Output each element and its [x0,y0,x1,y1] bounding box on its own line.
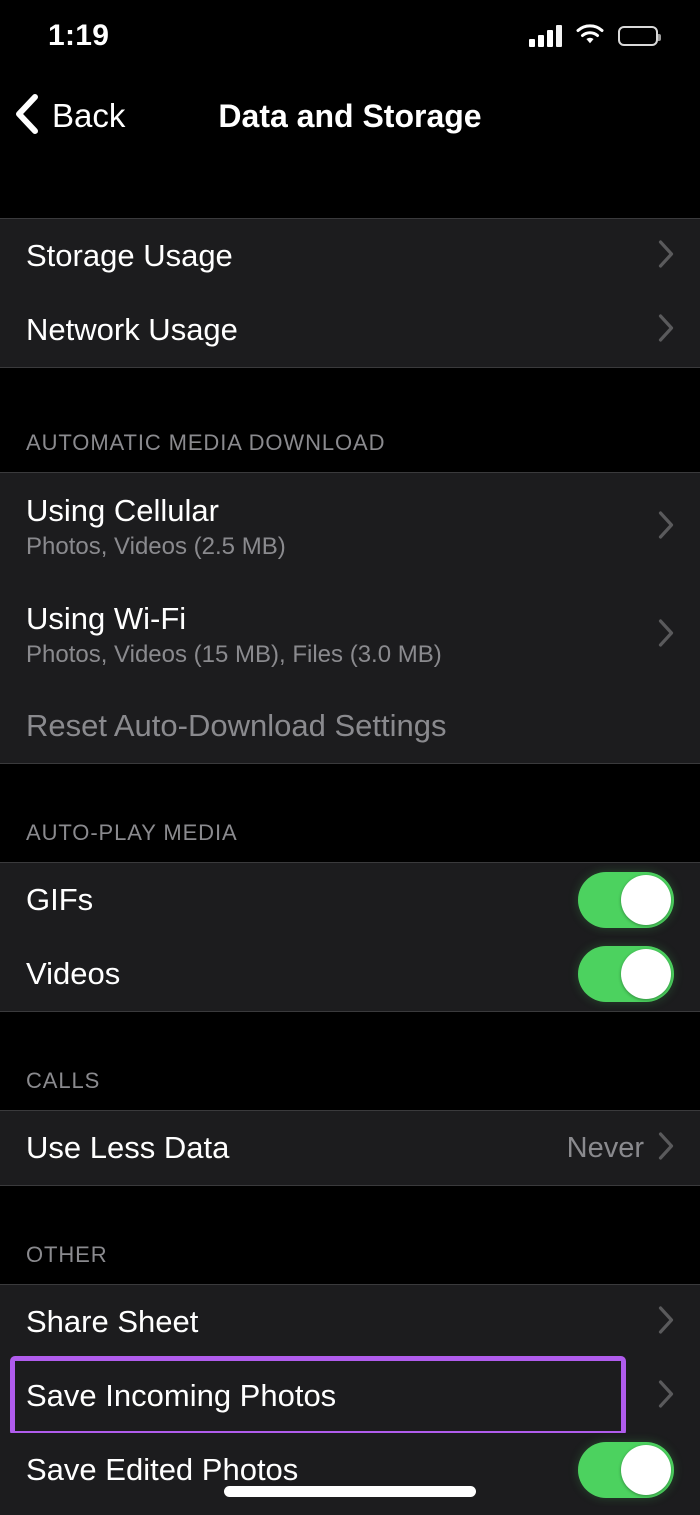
chevron-right-icon [658,239,674,273]
row-wrapper: Save Incoming Photos [0,1356,700,1436]
navigation-bar: Back Data and Storage [0,72,700,160]
list-gap [0,160,700,218]
back-button[interactable]: Back [0,93,126,139]
settings-group: Use Less Data Never [0,1110,700,1186]
toggle-knob [621,1445,671,1495]
chevron-right-icon [658,618,674,652]
list-item-label: Share Sheet [26,1303,199,1339]
status-bar: 1:19 [0,0,700,72]
list-item-label: Save Incoming Photos [26,1377,337,1413]
list-item-label: Save Edited Photos [26,1451,299,1487]
settings-group: Using Cellular Photos, Videos (2.5 MB) Usi… [0,472,700,764]
settings-group: Storage Usage Network Usage [0,218,700,368]
row-wrapper: Share Sheet [0,1285,700,1359]
row-content: Network Usage [26,311,658,347]
list-item-label: Reset Auto-Download Settings [26,707,447,743]
phone-screen: 1:19 Back Data and Storage Storage Usage… [0,0,700,1515]
row-content: GIFs [26,881,578,917]
row-content: Save Edited Photos [26,1451,578,1487]
battery-icon [618,26,661,46]
row-content: Storage Usage [26,237,658,273]
row-content: Using Cellular Photos, Videos (2.5 MB) [26,492,658,560]
status-time: 1:19 [48,19,110,52]
row-wrapper: Use Less Data Never [0,1111,700,1185]
chevron-right-icon [658,510,674,544]
row-wrapper: Using Wi-Fi Photos, Videos (15 MB), Files… [0,581,700,689]
list-item-storage-usage[interactable]: Storage Usage [0,219,700,293]
row-content: Save Incoming Photos [26,1377,658,1413]
row-content: Videos [26,955,578,991]
section-header: AUTOMATIC MEDIA DOWNLOAD [0,368,700,472]
section-header: AUTO-PLAY MEDIA [0,764,700,862]
cellular-signal-icon [529,25,562,47]
list-item-label: Use Less Data [26,1129,230,1165]
list-item-reset-auto-download-settings: Reset Auto-Download Settings [0,689,700,763]
list-item-network-usage[interactable]: Network Usage [0,293,700,367]
list-item-share-sheet[interactable]: Share Sheet [0,1285,700,1359]
list-item-label: GIFs [26,881,94,917]
list-item-save-incoming-photos[interactable]: Save Incoming Photos [0,1359,700,1433]
back-button-label: Back [52,97,126,134]
list-item-label: Using Cellular [26,492,219,528]
toggle-knob [621,949,671,999]
row-content: Using Wi-Fi Photos, Videos (15 MB), Files… [26,600,658,668]
settings-group: Share Sheet Save Incoming Photos Save Edit… [0,1284,700,1515]
row-wrapper: Reset Auto-Download Settings [0,689,700,763]
status-icons [529,23,661,50]
row-wrapper: Videos [0,937,700,1011]
toggle-knob [621,875,671,925]
row-wrapper: GIFs [0,863,700,937]
settings-group: GIFs Videos [0,862,700,1012]
row-wrapper: Using Cellular Photos, Videos (2.5 MB) [0,473,700,581]
list-item-using-cellular[interactable]: Using Cellular Photos, Videos (2.5 MB) [0,473,700,581]
list-item-videos[interactable]: Videos [0,937,700,1011]
home-indicator [224,1486,476,1497]
chevron-right-icon [658,1131,674,1165]
section-header: CALLS [0,1012,700,1110]
wifi-icon [576,23,604,50]
toggle-switch[interactable] [578,872,674,928]
list-item-label: Using Wi-Fi [26,600,187,636]
list-item-value: Never [566,1131,644,1164]
section-header: OTHER [0,1186,700,1284]
list-item-subtitle: Photos, Videos (15 MB), Files (3.0 MB) [26,640,442,668]
list-item-open-links-in[interactable]: Open Links inIn-App Safari [0,1507,700,1515]
row-content: Reset Auto-Download Settings [26,707,674,743]
chevron-right-icon [658,1379,674,1413]
list-item-gifs[interactable]: GIFs [0,863,700,937]
toggle-switch[interactable] [578,1442,674,1498]
settings-list[interactable]: Storage Usage Network Usage AUTOMATIC MEDI… [0,160,700,1515]
list-item-label: Videos [26,955,121,991]
toggle-switch[interactable] [578,946,674,1002]
row-wrapper: Open Links inIn-App Safari [0,1507,700,1515]
list-item-label: Network Usage [26,311,238,347]
list-item-using-wifi[interactable]: Using Wi-Fi Photos, Videos (15 MB), Files… [0,581,700,689]
chevron-left-icon [14,93,40,139]
list-item-subtitle: Photos, Videos (2.5 MB) [26,532,286,560]
row-content: Share Sheet [26,1303,658,1339]
chevron-right-icon [658,1305,674,1339]
row-content: Use Less Data [26,1129,567,1165]
row-wrapper: Storage Usage [0,219,700,293]
list-item-label: Storage Usage [26,237,233,273]
chevron-right-icon [658,313,674,347]
list-item-use-less-data[interactable]: Use Less Data Never [0,1111,700,1185]
row-wrapper: Network Usage [0,293,700,367]
